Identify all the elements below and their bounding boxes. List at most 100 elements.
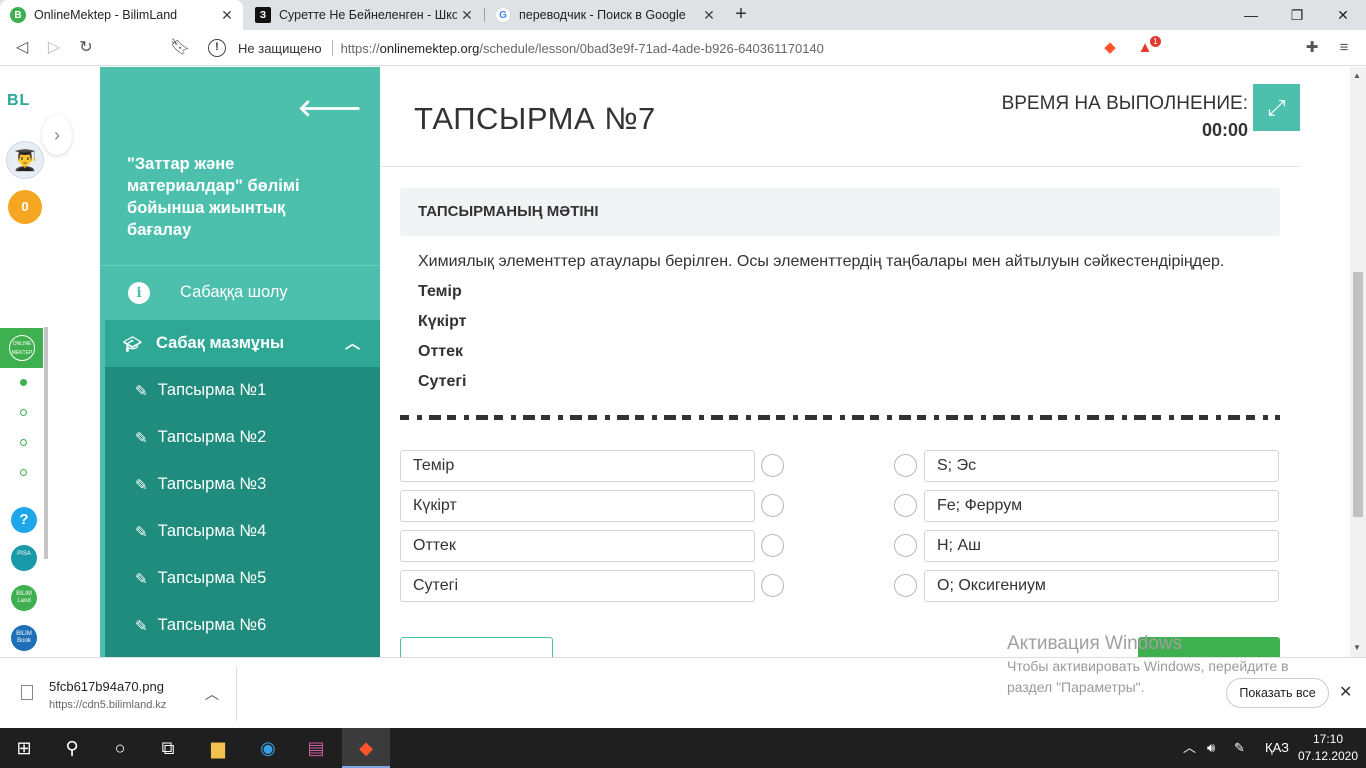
windows-start-icon[interactable]: ⊞ <box>0 728 48 768</box>
avatar[interactable]: 👨‍🎓 <box>6 141 44 179</box>
nav-dot[interactable] <box>20 439 27 446</box>
winrar-icon[interactable]: ▤ <box>292 728 340 768</box>
page-scrollbar[interactable]: ▲ ▼ <box>1350 67 1366 657</box>
clock-time: 17:10 <box>1312 732 1344 746</box>
search-icon[interactable]: ⚲ <box>48 728 96 768</box>
nav-dot[interactable] <box>20 379 27 386</box>
element-name: Сутегі <box>418 373 467 390</box>
menu-icon[interactable]: ≡ <box>1334 38 1354 58</box>
nav-dot[interactable] <box>20 469 27 476</box>
sidebar-item-task-4[interactable]: ✎ Тапсырма №4 <box>105 508 380 555</box>
graduation-cap-icon: 🎓︎ <box>123 335 143 353</box>
warning-icon[interactable]: ! <box>208 39 226 57</box>
edit-icon: ✎ <box>135 570 148 588</box>
expand-chevron-icon[interactable]: › <box>42 115 72 155</box>
close-icon[interactable]: ✕ <box>1339 682 1352 702</box>
language-indicator[interactable]: ҚАЗ <box>1265 728 1289 768</box>
left-connector-radio[interactable] <box>761 454 784 477</box>
close-icon[interactable]: ✕ <box>457 7 477 24</box>
rail-scrollbar[interactable] <box>44 327 48 559</box>
download-filename[interactable]: 5fcb617b94a70.png <box>49 679 164 694</box>
edge-icon[interactable]: ◉ <box>244 728 292 768</box>
right-connector-radio[interactable] <box>894 454 917 477</box>
tray-chevron-up-icon[interactable]: ︿ <box>1183 728 1196 768</box>
right-option[interactable]: Fe; Феррум <box>924 490 1279 522</box>
cortana-icon[interactable]: ○ <box>96 728 144 768</box>
task-list: ✎ Тапсырма №1 ✎ Тапсырма №2 ✎ Тапсырма №3 ✎… <box>105 367 380 657</box>
pisa-app-icon[interactable]: PISA <box>11 545 37 571</box>
new-tab-plus-icon[interactable]: + <box>729 3 753 27</box>
tab-title: OnlineMektep - BilimLand <box>34 8 178 22</box>
divider <box>380 166 1300 167</box>
coins-badge[interactable]: 0 <box>8 190 42 224</box>
activation-watermark-text: Чтобы активировать Windows, перейдите в … <box>1007 658 1289 695</box>
left-connector-radio[interactable] <box>761 574 784 597</box>
close-icon[interactable]: ✕ <box>217 7 237 24</box>
tab-translator[interactable]: G переводчик - Поиск в Google ✕ <box>485 0 725 30</box>
tab-surette[interactable]: З Суретте Не Бейнеленген - Школь ✕ <box>245 0 483 30</box>
sidebar-item-task-3[interactable]: ✎ Тапсырма №3 <box>105 461 380 508</box>
clock[interactable]: 17:10 07.12.2020 <box>1296 731 1360 765</box>
left-option[interactable]: Күкірт <box>400 490 755 522</box>
scroll-down-icon[interactable]: ▼ <box>1353 643 1361 652</box>
right-connector-radio[interactable] <box>894 574 917 597</box>
sidebar-item-label: Тапсырма №1 <box>157 381 267 399</box>
volume-icon[interactable]: 🔊︎ <box>1207 728 1215 768</box>
url-text[interactable]: https://onlinemektep.org/schedule/lesson… <box>341 41 824 56</box>
left-option[interactable]: Оттек <box>400 530 755 562</box>
address-bar[interactable]: ! Не защищено https://onlinemektep.org/s… <box>200 35 1095 61</box>
sidebar-item-content[interactable]: 🎓︎ Сабақ мазмұны ︿ <box>105 320 380 367</box>
task-view-icon[interactable]: ⧉ <box>144 728 192 768</box>
bilimbook-app-icon[interactable]: BILIM Book <box>11 625 37 651</box>
online-mektep-button[interactable]: ONLINE MEKTEP <box>0 328 43 368</box>
help-icon[interactable]: ? <box>11 507 37 533</box>
minimize-icon[interactable]: — <box>1228 0 1274 30</box>
task-text-heading: ТАПСЫРМАНЫҢ МӘТІНІ <box>400 188 1280 236</box>
brave-shield-icon[interactable]: ◆ <box>1100 38 1120 58</box>
scrollbar-thumb[interactable] <box>1353 272 1363 517</box>
sidebar-item-label: Сабаққа шолу <box>180 283 288 301</box>
brave-browser-icon[interactable]: ◆ <box>342 728 390 768</box>
previous-button[interactable] <box>400 637 553 657</box>
chevron-up-icon[interactable]: ︿ <box>205 684 219 704</box>
sidebar-item-label: Тапсырма №5 <box>157 569 267 587</box>
close-window-icon[interactable]: ✕ <box>1320 0 1366 30</box>
extensions-puzzle-icon[interactable]: ✚ <box>1302 38 1322 58</box>
sidebar-item-overview[interactable]: i Сабаққа шолу <box>100 265 380 319</box>
task-panel: ТАПСЫРМА №7 ВРЕМЯ НА ВЫПОЛНЕНИЕ: 00:00 ⤢… <box>380 67 1300 657</box>
nav-dot[interactable] <box>20 409 27 416</box>
right-option[interactable]: O; Оксигениум <box>924 570 1279 602</box>
tab-onlinemektep[interactable]: B OnlineMektep - BilimLand ✕ <box>0 0 243 30</box>
bilimland-app-icon[interactable]: BILIM Land <box>11 585 37 611</box>
timer-value: 00:00 <box>1201 120 1248 140</box>
pen-icon[interactable]: ✎ <box>1234 728 1245 768</box>
sidebar-item-task-2[interactable]: ✎ Тапсырма №2 <box>105 414 380 461</box>
sidebar-item-task-5[interactable]: ✎ Тапсырма №5 <box>105 555 380 602</box>
edit-icon: ✎ <box>135 382 148 400</box>
bookmark-icon[interactable]: 🔖︎ <box>168 36 192 60</box>
file-explorer-icon[interactable]: ▆ <box>194 728 242 768</box>
right-connector-radio[interactable] <box>894 494 917 517</box>
fullscreen-button[interactable]: ⤢ <box>1253 84 1300 131</box>
left-rail: BL 👨‍🎓 0 ONLINE MEKTEP ? PISA BILIM Land… <box>0 67 72 657</box>
scroll-up-icon[interactable]: ▲ <box>1353 71 1361 80</box>
back-arrow-icon[interactable]: ◁ <box>10 36 34 60</box>
restore-icon[interactable]: ❐ <box>1274 0 1320 30</box>
forward-arrow-icon[interactable]: ▷ <box>42 36 66 60</box>
back-arrow-icon[interactable]: 🡐 <box>298 93 362 123</box>
close-icon[interactable]: ✕ <box>699 7 719 24</box>
sidebar-item-task-6[interactable]: ✎ Тапсырма №6 <box>105 602 380 649</box>
reload-icon[interactable]: ↻ <box>74 36 98 60</box>
rewards-badge: 1 <box>1150 36 1161 47</box>
left-connector-radio[interactable] <box>761 534 784 557</box>
right-option[interactable]: S; Эс <box>924 450 1279 482</box>
left-option[interactable]: Темір <box>400 450 755 482</box>
right-option[interactable]: H; Аш <box>924 530 1279 562</box>
task-instructions: Химиялық элементтер атаулары берілген. О… <box>418 253 1225 270</box>
sidebar-item-task-1[interactable]: ✎ Тапсырма №1 <box>105 367 380 414</box>
bilimland-logo[interactable]: BL <box>7 92 30 110</box>
right-connector-radio[interactable] <box>894 534 917 557</box>
tab-title: переводчик - Поиск в Google <box>519 8 686 22</box>
left-connector-radio[interactable] <box>761 494 784 517</box>
left-option[interactable]: Сутегі <box>400 570 755 602</box>
